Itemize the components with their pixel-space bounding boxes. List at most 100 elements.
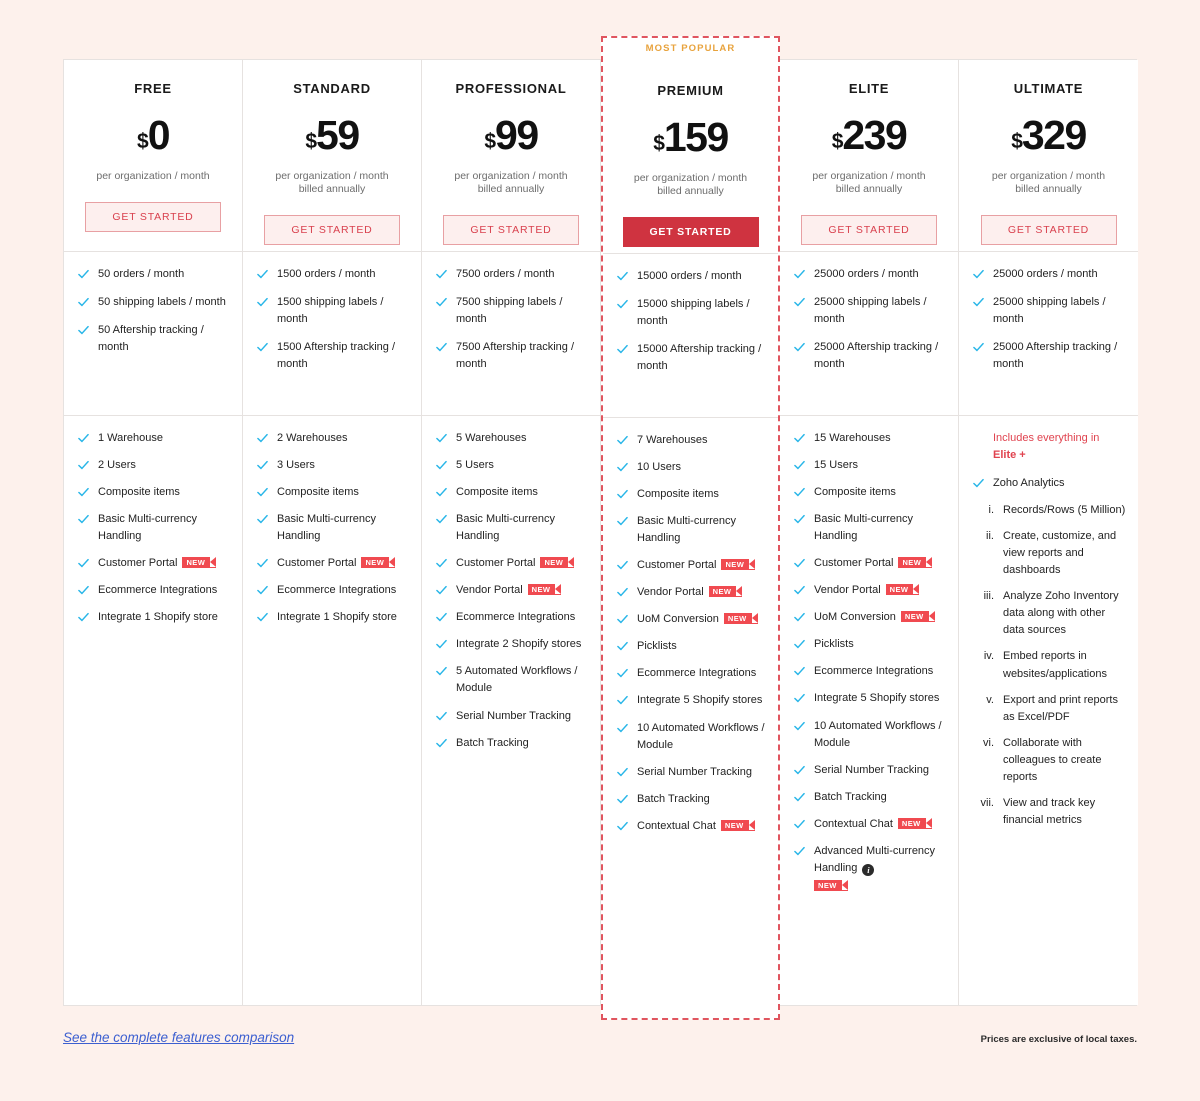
get-started-button[interactable]: GET STARTED [801, 215, 937, 246]
feature-item: 15 Users [794, 457, 946, 474]
feature-item: Zoho Analytics [973, 475, 1126, 492]
feature-item: Batch Tracking [794, 789, 946, 806]
list-item-number: vii. [980, 796, 994, 809]
feature-item: 10 Users [617, 459, 766, 476]
feature-item: 2 Users [78, 457, 230, 474]
new-badge: NEW [898, 557, 933, 569]
pricing-column-ultimate: ULTIMATE $329 per organization / month bill… [959, 60, 1138, 1005]
check-icon [973, 269, 984, 280]
list-item-number: v. [986, 693, 994, 706]
get-started-button[interactable]: GET STARTED [85, 202, 221, 233]
check-icon [257, 612, 268, 623]
feature-label: Vendor Portal NEW [814, 582, 946, 599]
check-icon [436, 433, 447, 444]
feature-label: 1500 orders / month [277, 268, 376, 280]
check-icon [794, 846, 805, 857]
feature-item: 7 Warehouses [617, 432, 766, 449]
get-started-button[interactable]: GET STARTED [980, 215, 1117, 246]
feature-item: Ecommerce Integrations [794, 663, 946, 680]
pricing-column-professional: PROFESSIONAL $99 per organization / month b… [422, 60, 601, 1005]
feature-label: 25000 Aftership tracking / month [814, 341, 939, 371]
currency-symbol: $ [137, 130, 149, 153]
plan-price: $59 [243, 115, 421, 156]
feature-label: Customer Portal NEW [456, 555, 588, 572]
plan-limits: 25000 orders / month 25000 shipping label… [780, 252, 958, 416]
list-item: i. Records/Rows (5 Million) [973, 502, 1126, 519]
check-icon [257, 514, 268, 525]
check-icon [794, 433, 805, 444]
check-icon [794, 792, 805, 803]
check-icon [257, 558, 268, 569]
list-item: v. Export and print reports as Excel/PDF [973, 692, 1126, 726]
limit-item: 25000 shipping labels / month [794, 294, 946, 328]
feature-item: 5 Warehouses [436, 430, 588, 447]
feature-label: 25000 shipping labels / month [814, 296, 927, 326]
feature-label: Contextual Chat NEW [814, 816, 946, 833]
plan-header: ULTIMATE $329 per organization / month bill… [959, 60, 1138, 252]
feature-item: 3 Users [257, 457, 409, 474]
feature-label: 15000 Aftership tracking / month [637, 343, 762, 373]
feature-label: 1 Warehouse [98, 432, 164, 444]
check-icon [78, 325, 89, 336]
get-started-button[interactable]: GET STARTED [264, 215, 400, 246]
list-item-label: Records/Rows (5 Million) [1003, 504, 1126, 517]
plan-header: PROFESSIONAL $99 per organization / month b… [422, 60, 600, 252]
feature-item: Customer Portal NEW [257, 555, 409, 572]
feature-label: 25000 Aftership tracking / month [993, 341, 1118, 371]
feature-item: 10 Automated Workflows / Module [794, 718, 946, 752]
get-started-button[interactable]: GET STARTED [622, 217, 759, 248]
check-icon [78, 460, 89, 471]
limit-item: 1500 shipping labels / month [257, 294, 409, 328]
check-icon [794, 721, 805, 732]
feature-label: 15000 orders / month [637, 270, 742, 282]
feature-item: Customer Portal NEW [794, 555, 946, 572]
feature-label: 10 Users [637, 461, 682, 474]
feature-label: Composite items [98, 486, 180, 499]
feature-item: Basic Multi-currency Handling [257, 511, 409, 545]
get-started-button[interactable]: GET STARTED [443, 215, 579, 246]
check-icon [78, 269, 89, 280]
feature-item: Ecommerce Integrations [78, 582, 230, 599]
feature-item: Customer Portal NEW [617, 557, 766, 574]
limit-item: 25000 orders / month [794, 266, 946, 283]
check-icon [794, 585, 805, 596]
check-icon [794, 666, 805, 677]
compare-features-link[interactable]: See the complete features comparison [63, 1030, 294, 1045]
feature-label: UoM Conversion NEW [637, 611, 766, 628]
list-item-number: ii. [986, 530, 994, 543]
feature-label: Basic Multi-currency Handling [637, 515, 737, 545]
feature-item: Integrate 2 Shopify stores [436, 636, 588, 653]
check-icon [78, 487, 89, 498]
feature-item: Ecommerce Integrations [617, 665, 766, 682]
billing-note: per organization / month billed annually [812, 170, 926, 196]
feature-label: Integrate 1 Shopify store [277, 611, 397, 624]
limit-item: 1500 orders / month [257, 266, 409, 283]
limit-item: 1500 Aftership tracking / month [257, 339, 409, 373]
plan-features: 1 Warehouse 2 Users Composite items Basic M… [64, 416, 242, 1001]
feature-item: Composite items [257, 484, 409, 501]
limit-item: 15000 Aftership tracking / month [617, 341, 766, 375]
limit-item: 7500 orders / month [436, 266, 588, 283]
feature-item: Advanced Multi-currency Handling i NEW [794, 843, 946, 895]
feature-label: Customer Portal NEW [814, 555, 946, 572]
limit-item: 15000 orders / month [617, 268, 766, 285]
feature-item: UoM Conversion NEW [617, 611, 766, 628]
billing-note: per organization / month billed annually [275, 170, 389, 196]
check-icon [617, 614, 628, 625]
info-icon[interactable]: i [862, 863, 875, 876]
feature-item: Integrate 5 Shopify stores [794, 690, 946, 707]
feature-item: Composite items [794, 484, 946, 501]
feature-item: 15 Warehouses [794, 430, 946, 447]
plan-price: $0 [64, 115, 242, 156]
feature-label: Basic Multi-currency Handling [456, 513, 556, 543]
check-icon [78, 585, 89, 596]
pricing-column-free: FREE $0 per organization / month GET STARTE… [64, 60, 243, 1005]
new-badge: NEW [540, 557, 575, 569]
check-icon [257, 342, 268, 353]
pricing-column-elite: ELITE $239 per organization / month billed … [780, 60, 959, 1005]
new-badge: NEW [723, 613, 758, 625]
feature-item: 10 Automated Workflows / Module [617, 720, 766, 754]
limit-item: 15000 shipping labels / month [617, 296, 766, 330]
check-icon [78, 612, 89, 623]
new-badge: NEW [721, 559, 756, 571]
